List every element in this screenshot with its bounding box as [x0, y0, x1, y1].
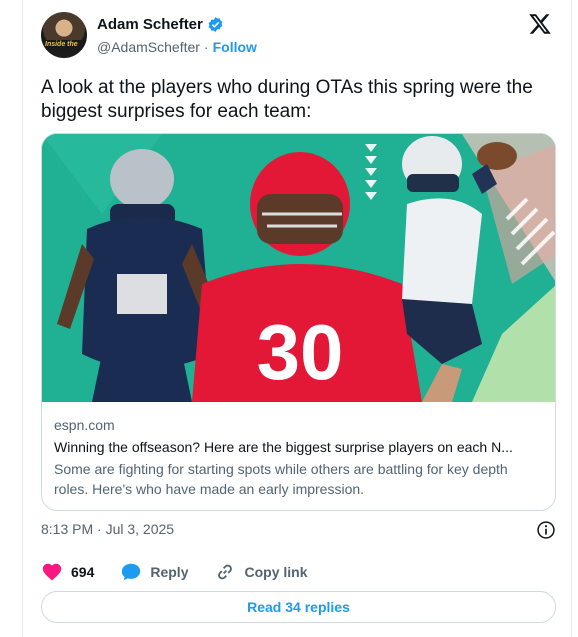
author-name[interactable]: Adam Schefter: [97, 16, 203, 33]
avatar-text: Inside the: [45, 41, 78, 48]
author-handle[interactable]: @AdamSchefter: [97, 39, 200, 55]
reply-icon: [122, 563, 141, 581]
heart-icon: [42, 563, 62, 581]
article-image: 30: [42, 134, 555, 402]
tweet-timestamp[interactable]: 8:13 PM · Jul 3, 2025: [41, 521, 174, 537]
separator: ·: [203, 39, 209, 55]
read-replies-button[interactable]: Read 34 replies: [41, 591, 556, 623]
link-title: Winning the offseason? Here are the bigg…: [54, 439, 513, 455]
verified-badge-icon: [208, 17, 223, 32]
copy-link-label: Copy link: [244, 564, 308, 580]
link-preview-card[interactable]: 30 espn.com Winning the offseason? Here …: [41, 133, 556, 511]
action-bar: 694 Reply Copy link: [41, 560, 556, 584]
link-icon: [218, 564, 233, 580]
follow-button[interactable]: Follow: [213, 39, 257, 55]
jersey-number: 30: [257, 308, 344, 396]
tweet-header: Inside the Adam Schefter @AdamSchefter ·…: [41, 10, 556, 62]
link-description: Some are fighting for starting spots whi…: [54, 461, 508, 497]
tweet-card: Inside the Adam Schefter @AdamSchefter ·…: [22, 0, 572, 637]
reply-label: Reply: [150, 564, 189, 580]
like-button[interactable]: 694: [41, 561, 94, 583]
x-logo-icon[interactable]: [528, 12, 552, 36]
tweet-text: A look at the players who during OTAs th…: [41, 77, 533, 122]
avatar[interactable]: Inside the: [41, 12, 87, 58]
reply-button[interactable]: Reply: [120, 561, 188, 583]
likes-count: 694: [71, 564, 95, 580]
link-domain: espn.com: [54, 417, 115, 433]
info-icon[interactable]: [536, 520, 556, 540]
copy-link-button[interactable]: Copy link: [214, 561, 308, 583]
